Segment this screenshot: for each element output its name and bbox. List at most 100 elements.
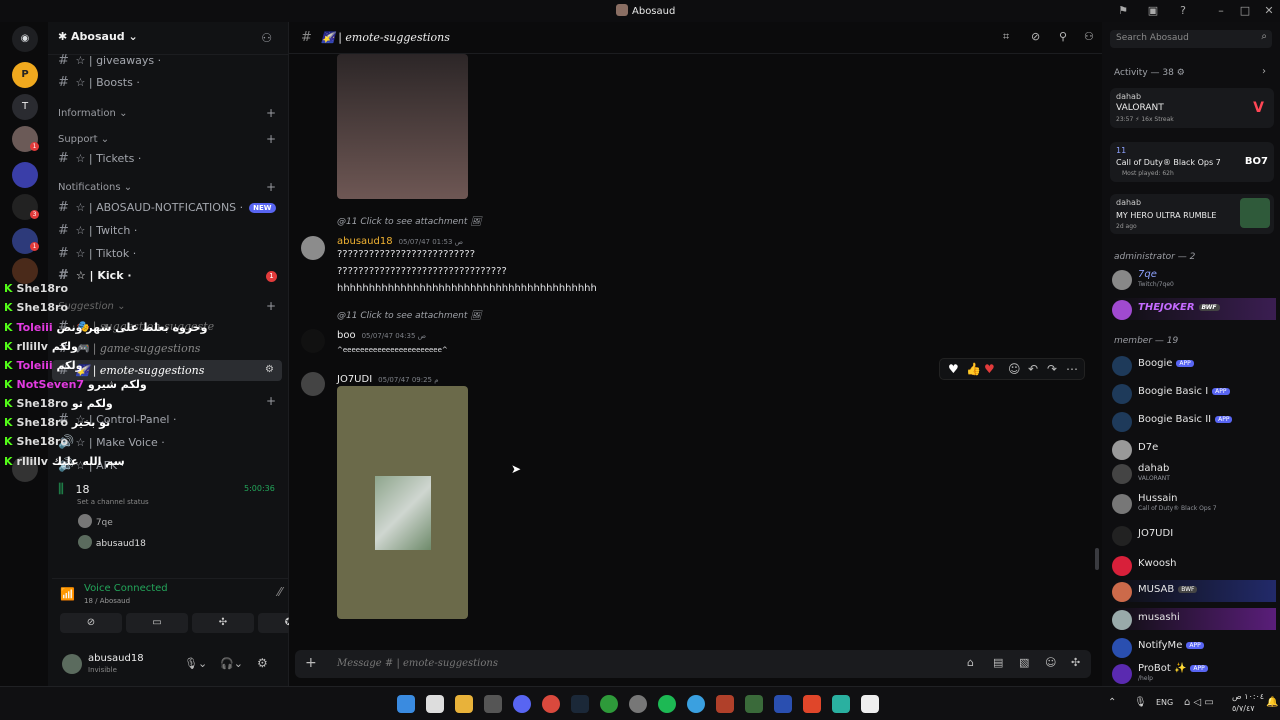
clock[interactable]: ١٠:٠٤ ص xyxy=(1232,692,1264,701)
add-channel-icon[interactable]: + xyxy=(266,106,276,120)
add-channel-icon[interactable]: + xyxy=(266,132,276,146)
member-row[interactable]: THEJOKER BWF xyxy=(1112,298,1276,320)
user-name[interactable]: abusaud18 xyxy=(88,653,144,664)
folder-icon[interactable] xyxy=(455,695,473,713)
server-icon-p[interactable]: P xyxy=(12,62,38,88)
chevron-right-icon[interactable]: › xyxy=(1262,66,1266,77)
screen-share-button[interactable]: ▭ xyxy=(126,613,188,633)
server-icon-3[interactable] xyxy=(12,258,38,284)
threads-icon[interactable]: ⌗ xyxy=(1003,30,1009,44)
member-row[interactable]: Boogie Basic II APP xyxy=(1112,410,1276,432)
avatar[interactable] xyxy=(301,372,325,396)
app-icon[interactable] xyxy=(716,695,734,713)
channel-tickets[interactable]: # ☆ | Tickets · xyxy=(58,151,141,169)
channel-twitch[interactable]: # ☆ | Twitch · xyxy=(58,223,137,241)
member-row[interactable]: dahab VALORANT xyxy=(1112,462,1276,484)
network-volume-icon[interactable]: ⌂ ◁ ▭ xyxy=(1184,697,1214,708)
channel-settings-icon[interactable]: ⚙ xyxy=(265,364,274,375)
mic-icon[interactable]: 🎙⌄ xyxy=(184,657,207,670)
heart-react-icon[interactable]: ♥ xyxy=(948,362,959,376)
voice-member[interactable]: 7qe xyxy=(78,514,113,532)
add-channel-icon[interactable]: + xyxy=(266,394,276,408)
help-icon[interactable]: ? xyxy=(1176,4,1190,17)
voice-sub[interactable]: 18 / Abosaud xyxy=(84,597,130,605)
thumbs-up-icon[interactable]: 👍 xyxy=(966,362,981,376)
minecraft-icon[interactable] xyxy=(745,695,763,713)
add-channel-icon[interactable]: + xyxy=(266,299,276,313)
member-row[interactable]: D7e xyxy=(1112,438,1276,460)
reply-icon[interactable]: ↶ xyxy=(1028,362,1038,376)
activity-card[interactable]: 11 Call of Duty® Black Ops 7 Most played… xyxy=(1110,142,1274,182)
category-information[interactable]: Information ⌄ xyxy=(58,108,127,119)
member-row[interactable]: MUSAB BWF xyxy=(1112,580,1276,602)
mic-tray-icon[interactable]: 🎙 xyxy=(1134,697,1147,708)
member-row[interactable]: ProBot ✨ APP/help xyxy=(1112,662,1276,684)
red-heart-icon[interactable]: ♥ xyxy=(984,362,995,376)
channel-status[interactable]: Set a channel status xyxy=(77,498,149,506)
reply-reference[interactable]: @11 Click to see attachment 🖼 xyxy=(337,217,482,227)
member-row[interactable]: Kwoosh xyxy=(1112,554,1276,576)
activity-card[interactable]: dahab MY HERO ULTRA RUMBLE 2d ago xyxy=(1110,194,1274,234)
scrollbar[interactable] xyxy=(1095,548,1099,570)
member-row[interactable]: NotifyMe APP xyxy=(1112,636,1276,658)
discord-home-icon[interactable]: ◉ xyxy=(12,26,38,52)
inbox-icon[interactable]: ⚑ xyxy=(1116,4,1130,17)
app-icon[interactable] xyxy=(774,695,792,713)
app-icon[interactable] xyxy=(861,695,879,713)
more-icon[interactable]: ⋯ xyxy=(1066,362,1078,376)
discord-icon[interactable] xyxy=(513,695,531,713)
close-icon[interactable]: ✕ xyxy=(1262,4,1276,17)
avatar[interactable] xyxy=(301,236,325,260)
category-support[interactable]: Support ⌄ xyxy=(58,134,109,145)
member-row[interactable]: 7qe Twitch/7qe0 xyxy=(1112,268,1276,290)
add-channel-icon[interactable]: + xyxy=(266,180,276,194)
author-name[interactable]: JO7UDI xyxy=(337,374,372,385)
avatar[interactable] xyxy=(62,654,82,674)
sticker-icon[interactable]: ▧ xyxy=(1019,656,1029,669)
gift-icon[interactable]: ⌂ xyxy=(967,656,974,669)
date[interactable]: ٥/٧/٤٧ xyxy=(1232,704,1255,713)
avatar[interactable] xyxy=(301,329,325,353)
store-icon[interactable] xyxy=(426,695,444,713)
emoji-icon[interactable]: ☺ xyxy=(1045,656,1056,669)
start-icon[interactable] xyxy=(397,695,415,713)
channel-tiktok[interactable]: # ☆ | Tiktok · xyxy=(58,246,136,264)
add-reaction-icon[interactable]: ☺ xyxy=(1008,362,1021,376)
notification-off-icon[interactable]: ⊘ xyxy=(1031,30,1040,43)
category-notifications[interactable]: Notifications ⌄ xyxy=(58,182,132,193)
author-name[interactable]: boo xyxy=(337,330,356,341)
activity-button[interactable]: ✣ xyxy=(192,613,254,633)
xbox-icon[interactable] xyxy=(600,695,618,713)
pin-icon[interactable]: ⚲ xyxy=(1059,30,1067,43)
image-attachment[interactable] xyxy=(337,54,468,199)
maximize-icon[interactable]: □ xyxy=(1238,4,1252,17)
tray-chevron-icon[interactable]: ⌃ xyxy=(1108,697,1116,708)
apps-icon[interactable]: ✣ xyxy=(1071,656,1080,669)
server-icon-blue[interactable] xyxy=(12,162,38,188)
headset-icon[interactable]: 🎧⌄ xyxy=(220,657,243,670)
image-attachment[interactable] xyxy=(337,386,468,619)
member-row[interactable]: Boogie APP xyxy=(1112,354,1276,376)
gif-icon[interactable]: ▤ xyxy=(993,656,1003,669)
message-composer[interactable]: + Message # | emote-suggestions ⌂ ▤ ▧ ☺ … xyxy=(295,650,1091,678)
reply-reference[interactable]: @11 Click to see attachment 🖼 xyxy=(337,311,482,321)
member-row[interactable]: JO7UDI xyxy=(1112,524,1276,546)
server-name[interactable]: ✱ Abosaud ⌄ xyxy=(58,30,138,43)
member-row[interactable]: Boogie Basic I APP xyxy=(1112,382,1276,404)
minimize-icon[interactable]: – xyxy=(1214,4,1228,17)
camera-off-button[interactable]: ⊘ xyxy=(60,613,122,633)
composer-placeholder[interactable]: Message # | emote-suggestions xyxy=(337,658,498,669)
spotify-icon[interactable] xyxy=(658,695,676,713)
members-icon[interactable]: ⚇ xyxy=(1084,30,1094,43)
screen-icon[interactable]: ▣ xyxy=(1146,4,1160,17)
server-icon-t[interactable]: T xyxy=(12,94,38,120)
member-row[interactable]: Hussain Call of Duty® Black Ops 7 xyxy=(1112,492,1276,514)
language[interactable]: ENG xyxy=(1156,698,1173,707)
settings-icon[interactable]: ⚙ xyxy=(257,656,268,670)
search-input[interactable]: Search Abosaud ⌕ xyxy=(1110,30,1272,48)
app-icon[interactable] xyxy=(832,695,850,713)
voice-member[interactable]: abusaud18 xyxy=(78,535,146,553)
channel-notifications[interactable]: # ☆ | ABOSAUD-NOTFICATIONS · NEW xyxy=(58,200,276,218)
channel-giveaways[interactable]: # ☆ | giveaways · xyxy=(58,53,161,71)
forward-icon[interactable]: ↷ xyxy=(1047,362,1057,376)
